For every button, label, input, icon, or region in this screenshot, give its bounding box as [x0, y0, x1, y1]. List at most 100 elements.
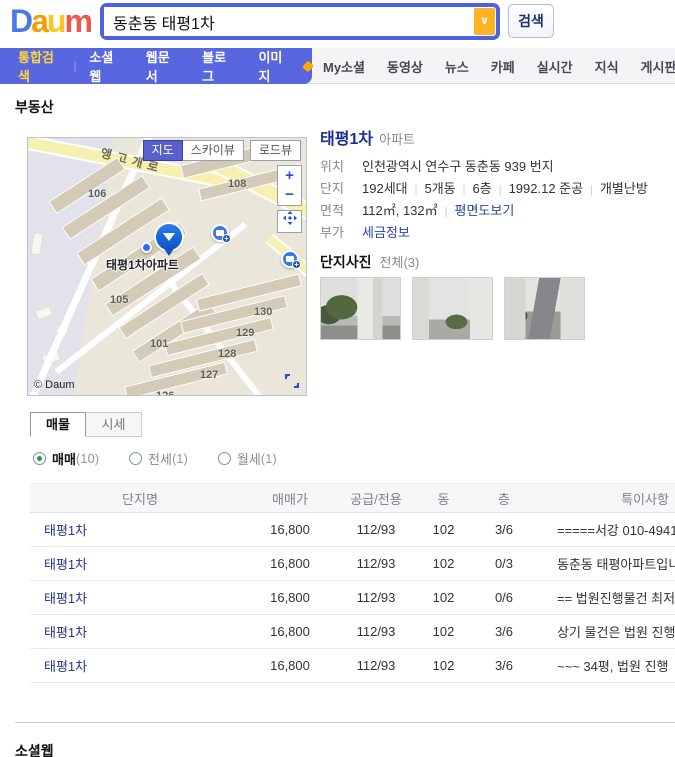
pan-button[interactable]	[277, 210, 302, 233]
cell-area: 112/93	[330, 649, 422, 683]
filter-label: 매매	[52, 449, 76, 468]
table-row: 태평1차16,800112/931020/6== 법원진행물건 최저	[30, 581, 675, 615]
photos-count[interactable]: 전체(3)	[380, 255, 420, 270]
photos-title-text: 단지사진	[320, 254, 372, 270]
filter-label: 전세	[148, 449, 172, 468]
table-row: 태평1차16,800112/931023/6상기 물건은 법원 진행	[30, 615, 675, 649]
cell-price: 16,800	[250, 649, 330, 683]
table-row: 태평1차16,800112/931023/6=====서강 010-4941-6	[30, 513, 675, 547]
photo-gallery	[320, 277, 585, 340]
page: Daum ∨ 검색 통합검색 | 소셜웹웹문서블로그이미지 My소셜동영상뉴스카…	[0, 0, 675, 757]
filter-월세[interactable]: 월세(1)	[218, 449, 277, 468]
map-marker-label: 태평1차아파트	[106, 256, 179, 273]
divider: |	[438, 206, 455, 218]
tax-info-link[interactable]: 세금정보	[362, 225, 410, 240]
info-value: 개별난방	[600, 181, 648, 196]
complex-title-link[interactable]: 태평1차	[320, 131, 373, 148]
listings-table: 단지명매매가공급/전용동층특이사항 태평1차16,800112/931023/6…	[30, 483, 675, 683]
cell-area: 112/93	[330, 513, 422, 547]
tab-매물[interactable]: 매물	[30, 412, 86, 437]
cell-floor: 0/3	[465, 547, 543, 581]
listing-tabs: 매물시세	[30, 412, 142, 437]
cell-area: 112/93	[330, 547, 422, 581]
nav-bar: 통합검색 | 소셜웹웹문서블로그이미지 My소셜동영상뉴스카페실시간지식게시판사…	[0, 48, 675, 84]
listing-link[interactable]: 태평1차	[44, 591, 87, 606]
tab-시세[interactable]: 시세	[86, 412, 142, 437]
zoom-in-button[interactable]: +	[277, 165, 302, 186]
table-row: 태평1차16,800112/931023/6~~~ 34평, 법원 진행	[30, 649, 675, 683]
table-row: 태평1차16,800112/931020/3동춘동 태평아파트입니	[30, 547, 675, 581]
listing-link[interactable]: 태평1차	[44, 659, 87, 674]
map-small-marker	[141, 242, 152, 253]
info-value: 112㎡, 132㎡	[362, 203, 438, 218]
nav-service-게시판[interactable]: 게시판	[630, 57, 675, 76]
radio-icon[interactable]	[129, 452, 142, 465]
info-value: 5개동	[424, 181, 455, 196]
map-building-number: 108	[228, 178, 246, 190]
complex-photo[interactable]	[504, 277, 585, 340]
column-header: 층	[465, 484, 543, 513]
complex-photo[interactable]	[320, 277, 401, 340]
divider: |	[456, 184, 473, 196]
nav-service-지식[interactable]: 지식	[584, 57, 630, 76]
nav-service-뉴스[interactable]: 뉴스	[434, 57, 480, 76]
map-building-number: 101	[150, 338, 168, 350]
map[interactable]: 앵고개로 106108105101130129128127126 태평1차아파트…	[27, 137, 307, 396]
fullscreen-icon[interactable]	[284, 373, 300, 389]
logo-letter: m	[64, 3, 90, 39]
listing-link[interactable]: 태평1차	[44, 625, 87, 640]
photos-title: 단지사진 전체(3)	[320, 252, 419, 272]
cell-dong: 102	[422, 615, 465, 649]
filter-매매[interactable]: 매매(10)	[33, 449, 99, 468]
radio-icon[interactable]	[218, 452, 231, 465]
info-value: 1992.12 준공	[509, 181, 584, 196]
map-tab-로드뷰[interactable]: 로드뷰	[250, 140, 301, 161]
cell-area: 112/93	[330, 581, 422, 615]
nav-tab-소셜웹[interactable]: 소셜웹	[76, 47, 132, 85]
floorplan-link[interactable]: 평면도보기	[455, 203, 515, 218]
cell-name: 태평1차	[30, 547, 250, 581]
radio-icon[interactable]	[33, 452, 46, 465]
bus-stop-icon[interactable]: +	[211, 224, 229, 242]
cell-note: ~~~ 34평, 법원 진행	[543, 649, 675, 683]
info-value: 6층	[473, 181, 492, 196]
search-input[interactable]	[104, 7, 474, 36]
cell-price: 16,800	[250, 615, 330, 649]
nav-service-카페[interactable]: 카페	[480, 57, 526, 76]
map-building-number: 126	[156, 390, 174, 396]
map-tab-지도[interactable]: 지도	[143, 140, 183, 161]
info-label: 단지	[320, 178, 350, 200]
info-value: 인천광역시 연수구 동춘동 939 번지	[362, 159, 554, 174]
nav-service-My소셜[interactable]: My소셜	[312, 57, 376, 76]
nav-tab-이미지[interactable]: 이미지	[245, 47, 301, 85]
listing-link[interactable]: 태평1차	[44, 557, 87, 572]
zoom-out-button[interactable]: −	[277, 185, 302, 206]
search-button[interactable]: 검색	[508, 4, 554, 38]
cell-note: 상기 물건은 법원 진행	[543, 615, 675, 649]
nav-tab-active[interactable]: 통합검색	[0, 47, 74, 85]
nav-service-동영상[interactable]: 동영상	[376, 57, 434, 76]
pan-icon	[283, 211, 297, 225]
cell-price: 16,800	[250, 581, 330, 615]
listing-link[interactable]: 태평1차	[44, 523, 87, 538]
divider: |	[408, 184, 425, 196]
info-row-extra: 부가세금정보	[320, 222, 648, 244]
nav-tab-블로그[interactable]: 블로그	[189, 47, 245, 85]
nav-service-실시간[interactable]: 실시간	[526, 57, 584, 76]
complex-photo[interactable]	[412, 277, 493, 340]
info-row-complex: 단지192세대|5개동|6층|1992.12 준공|개별난방	[320, 178, 648, 200]
search-dropdown-button[interactable]: ∨	[474, 8, 495, 35]
info-value: 192세대	[362, 181, 408, 196]
map-pin-icon[interactable]	[156, 224, 182, 250]
cell-dong: 102	[422, 547, 465, 581]
nav-tab-웹문서[interactable]: 웹문서	[133, 47, 189, 85]
cell-price: 16,800	[250, 513, 330, 547]
filter-전세[interactable]: 전세(1)	[129, 449, 188, 468]
filter-count: (1)	[261, 451, 277, 466]
daum-logo[interactable]: Daum	[10, 3, 91, 40]
map-tab-스카이뷰[interactable]: 스카이뷰	[183, 140, 244, 161]
nav-left: 통합검색 | 소셜웹웹문서블로그이미지	[0, 48, 312, 84]
cell-floor: 0/6	[465, 581, 543, 615]
logo-letter: u	[47, 3, 65, 39]
bus-stop-icon[interactable]: +	[281, 250, 299, 268]
